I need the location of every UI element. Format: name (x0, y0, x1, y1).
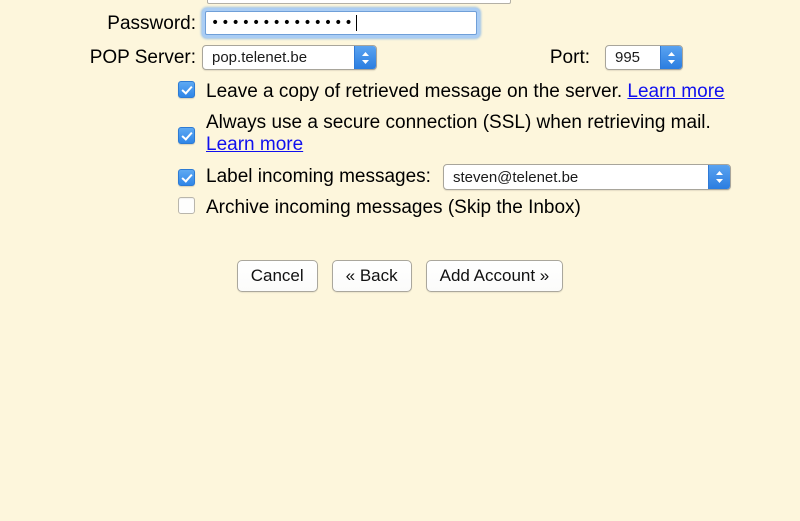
leave-copy-label: Leave a copy of retrieved message on the… (206, 81, 725, 103)
password-label: Password: (107, 12, 196, 34)
pop-server-label: POP Server: (89, 47, 196, 68)
chevron-updown-icon[interactable] (707, 165, 730, 189)
leave-copy-text: Leave a copy of retrieved message on the… (206, 81, 623, 102)
port-value: 995 (615, 49, 641, 66)
chevron-updown-icon[interactable] (660, 46, 682, 69)
cancel-button[interactable]: Cancel (236, 260, 318, 293)
text-caret (355, 15, 357, 31)
port-select[interactable]: 995 (605, 45, 683, 70)
pop-server-row: POP Server: pop.telenet.be Port: 995 (0, 45, 800, 70)
password-focus-ring: •••••••••••••• (202, 8, 480, 38)
archive-incoming-label: Archive incoming messages (Skip the Inbo… (206, 197, 581, 218)
leave-copy-checkbox[interactable] (178, 81, 195, 98)
label-incoming-label: Label incoming messages: (206, 165, 431, 187)
leave-copy-learn-more-link[interactable]: Learn more (627, 81, 724, 102)
ssl-label: Always use a secure connection (SSL) whe… (206, 112, 711, 157)
pop-server-select[interactable]: pop.telenet.be (202, 45, 377, 70)
ssl-learn-more-link[interactable]: Learn more (206, 134, 303, 155)
ssl-checkbox[interactable] (178, 127, 195, 144)
leave-copy-row: Leave a copy of retrieved message on the… (178, 81, 725, 103)
label-incoming-select[interactable]: steven@telenet.be (442, 164, 731, 190)
label-incoming-value: steven@telenet.be (452, 168, 579, 186)
archive-incoming-row: Archive incoming messages (Skip the Inbo… (178, 197, 581, 219)
port-label: Port: (549, 47, 590, 68)
chevron-updown-icon[interactable] (354, 46, 376, 69)
ssl-text: Always use a secure connection (SSL) whe… (206, 112, 711, 133)
back-button[interactable]: « Back (331, 260, 412, 293)
password-row: Password: •••••••••••••• (0, 8, 800, 38)
form-button-bar: Cancel « Back Add Account » (0, 260, 800, 293)
label-incoming-checkbox[interactable] (178, 168, 195, 186)
label-incoming-row: Label incoming messages: steven@telenet.… (178, 164, 731, 190)
archive-incoming-checkbox[interactable] (178, 197, 195, 214)
clipped-top-input[interactable] (207, 0, 511, 4)
pop-server-value: pop.telenet.be (212, 49, 308, 66)
password-input[interactable]: •••••••••••••• (205, 11, 477, 35)
ssl-row: Always use a secure connection (SSL) whe… (178, 112, 738, 157)
password-masked-value: •••••••••••••• (211, 15, 355, 31)
add-account-button[interactable]: Add Account » (425, 260, 564, 293)
